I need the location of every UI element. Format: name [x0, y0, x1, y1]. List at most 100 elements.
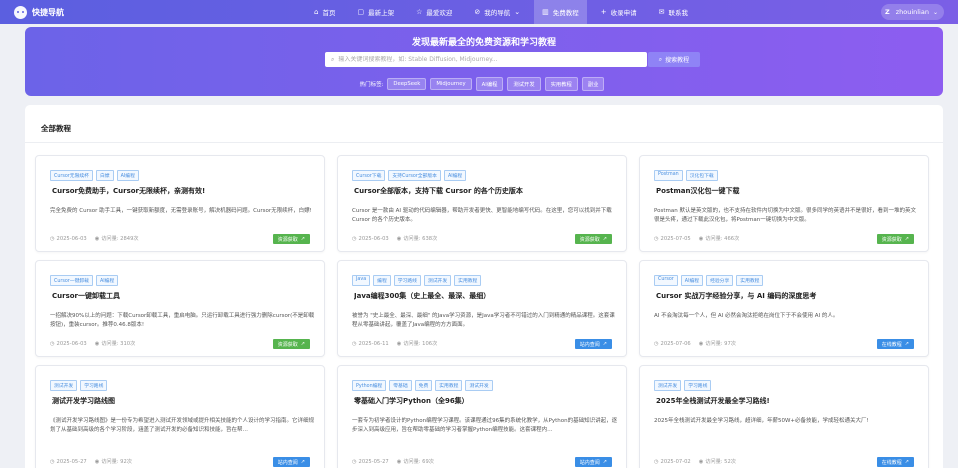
nav-item[interactable]: ✉ 联系我	[651, 0, 696, 24]
card-title[interactable]: 2025年全栈测试开发最全学习路线!	[656, 396, 921, 406]
tag-badge[interactable]: Cursor下载	[352, 170, 386, 181]
tag-badge[interactable]: 学习路线	[393, 275, 421, 286]
tutorial-card[interactable]: Cursor下载 支持Cursor全部版本 AI编程 Cursor全部版本，支持下载 …	[337, 155, 627, 252]
tag-badge[interactable]: 编程	[373, 275, 391, 286]
clock-icon: ◷	[654, 235, 659, 242]
home-icon: ⌂	[314, 8, 319, 16]
tag-badge[interactable]: 零基础	[389, 380, 412, 391]
tag-badge[interactable]: 白嫖	[95, 170, 114, 181]
nav-item[interactable]: ▥ 免费教程	[534, 0, 587, 24]
tag-badge[interactable]: 免费	[414, 380, 433, 391]
external-link-icon: ↗	[904, 236, 909, 242]
tag-badge[interactable]: 经验分享	[706, 275, 734, 286]
eye-icon: ◉	[94, 235, 100, 242]
card-title[interactable]: 零基础入门学习Python（全96集）	[354, 396, 619, 406]
nav-item[interactable]: ☆ 最爱欢迎	[408, 0, 460, 24]
search-button[interactable]: ⌕ 搜索教程	[648, 52, 700, 67]
card-title[interactable]: Postman汉化包一键下载	[656, 186, 921, 196]
hot-tag[interactable]: 测试开发	[507, 77, 541, 91]
card-title[interactable]: 测试开发学习路线图	[52, 396, 317, 406]
tag-badge[interactable]: 支持Cursor全部版本	[388, 170, 441, 181]
tag-badge[interactable]: 实用教程	[454, 275, 482, 286]
publish-date: 2025-07-05	[660, 235, 691, 242]
card-title[interactable]: Cursor免费助手，Cursor无限续杯，亲测有效!	[52, 186, 317, 196]
hot-tags: 热门标签: DeepSeek Midjourney AI编程 测试开发 实用教程 副业	[25, 77, 943, 91]
hot-tag[interactable]: Midjourney	[430, 78, 472, 90]
card-action-button[interactable]: 资源获取 ↗	[272, 234, 310, 244]
user-menu[interactable]: Z zhouinlian ⌄	[880, 4, 944, 20]
tutorial-card[interactable]: 测试开发 学习路线 测试开发学习路线图 《测试开发学习路线图》是一份专为希望进入测试开…	[35, 365, 325, 468]
tutorial-card[interactable]: Java 编程 学习路线 测试开发 实用教程 Java编程300集（史上最全、最深、最细）…	[337, 260, 627, 357]
nav-item-label: 我的导航	[484, 9, 511, 17]
clock-icon: ◷	[50, 340, 55, 347]
card-tags: Python编程 零基础 免费 实用教程 测试开发	[352, 380, 496, 391]
card-action-label: 站内查阅	[277, 459, 298, 466]
card-description: 一招解决90%以上的问题：下载Cursor卸载工具，重启电脑。只运行卸载工具进行…	[50, 313, 315, 328]
hot-tag[interactable]: 副业	[581, 77, 605, 91]
visit-count: 访问量: 466次	[705, 236, 740, 242]
tag-badge[interactable]: 测试开发	[50, 380, 78, 391]
card-action-button[interactable]: 在线教程 ↗	[876, 457, 914, 467]
tag-badge[interactable]: 实用教程	[736, 275, 764, 286]
eye-icon: ◉	[698, 340, 704, 347]
tag-badge[interactable]: 实用教程	[435, 380, 463, 391]
card-action-button[interactable]: 资源获取 ↗	[272, 339, 310, 349]
tag-badge[interactable]: Java	[352, 275, 371, 286]
tag-badge[interactable]: 测试开发	[465, 380, 493, 391]
mail-icon: ✉	[658, 8, 665, 16]
brand[interactable]: 快捷导航	[14, 5, 64, 19]
search-input[interactable]	[338, 56, 629, 63]
card-description: Postman 默认是英文版的，也不支持在软件内切换为中文版。很多同学的英语并不…	[654, 208, 916, 223]
tag-badge[interactable]: 汉化包下载	[685, 170, 718, 181]
card-title[interactable]: Cursor一键卸载工具	[52, 291, 317, 301]
tag-badge[interactable]: AI编程	[116, 170, 139, 181]
tag-badge[interactable]: 测试开发	[423, 275, 452, 286]
tutorial-card[interactable]: Cursor一键卸载 AI编程 Cursor一键卸载工具一招解决90%以上的问题：下…	[35, 260, 325, 357]
tag-badge[interactable]: AI编程	[95, 275, 119, 286]
card-action-label: 资源获取	[579, 236, 600, 243]
divider	[25, 142, 943, 143]
top-navbar: 快捷导航 ⌂ 首页 ▢ 最新上架 ☆ 最爱欢迎 ⊘ 我的导航 ⌄ ▥ 免费教程 + 收录申请 ✉ 联系我 Z…	[0, 0, 958, 24]
tutorial-card[interactable]: Cursor无限续杯 白嫖 AI编程 Cursor免费助手，Cursor无限续杯，亲测…	[35, 155, 325, 252]
hot-tag[interactable]: DeepSeek	[387, 78, 427, 90]
nav-item[interactable]: ▢ 最新上架	[349, 0, 402, 24]
tag-badge[interactable]: Cursor	[654, 275, 678, 286]
hot-tag[interactable]: 实用教程	[544, 77, 578, 91]
tag-badge[interactable]: 学习路线	[80, 380, 108, 391]
tutorial-card[interactable]: 测试开发 学习路线 2025年全栈测试开发最全学习路线! 2025年全栈测试开发最全学…	[639, 365, 929, 468]
tag-badge[interactable]: Python编程	[352, 380, 387, 391]
nav-item[interactable]: ⌂ 首页	[306, 0, 343, 24]
card-action-button[interactable]: 资源获取 ↗	[876, 234, 914, 244]
card-meta: ◷ 2025-06-03 ◉ 访问量: 2849次	[50, 235, 139, 243]
card-title[interactable]: Java编程300集（史上最全、最深、最细）	[354, 291, 619, 301]
card-action-button[interactable]: 资源获取 ↗	[574, 234, 612, 244]
card-description: Cursor 是一款由 AI 驱动的代码编辑器，帮助开发者更快、更智能地编写代码…	[352, 208, 612, 223]
eye-icon: ◉	[94, 458, 100, 465]
hot-tag[interactable]: AI编程	[475, 77, 504, 91]
nav-item[interactable]: + 收录申请	[593, 0, 645, 24]
visit-count: 访问量: 97次	[705, 341, 736, 347]
eye-icon: ◉	[396, 340, 402, 347]
visit-count: 访问量: 638次	[403, 236, 438, 242]
card-action-button[interactable]: 站内查阅 ↗	[574, 457, 612, 467]
tutorial-card[interactable]: Cursor AI编程 经验分享 实用教程 Cursor 实战万字经验分享，与 AI 编…	[639, 260, 929, 357]
card-title[interactable]: Cursor 实战万字经验分享，与 AI 编码的深度思考	[656, 291, 921, 301]
tag-badge[interactable]: Postman	[654, 170, 683, 181]
card-action-button[interactable]: 站内查阅 ↗	[272, 457, 310, 467]
tag-badge[interactable]: Cursor无限续杯	[50, 170, 93, 181]
tag-badge[interactable]: 测试开发	[654, 380, 682, 391]
tutorial-card[interactable]: Postman 汉化包下载 Postman汉化包一键下载 Postman 默认是英文版…	[639, 155, 929, 252]
external-link-icon: ↗	[904, 459, 909, 465]
clock-icon: ◷	[654, 458, 659, 465]
tag-badge[interactable]: Cursor一键卸载	[50, 275, 93, 286]
nav-item[interactable]: ⊘ 我的导航 ⌄	[466, 0, 528, 24]
tag-badge[interactable]: 学习路线	[684, 380, 712, 391]
tutorial-card[interactable]: Python编程 零基础 免费 实用教程 测试开发零基础入门学习Python（全96集）…	[337, 365, 627, 468]
card-title[interactable]: Cursor全部版本，支持下载 Cursor 的各个历史版本	[354, 186, 619, 196]
tag-badge[interactable]: AI编程	[680, 275, 704, 286]
visit-count: 访问量: 69次	[403, 459, 434, 465]
tag-badge[interactable]: AI编程	[443, 170, 467, 181]
card-action-button[interactable]: 站内查阅 ↗	[574, 339, 612, 349]
visit-count: 访问量: 2849次	[101, 236, 139, 242]
card-action-button[interactable]: 在线教程 ↗	[876, 339, 914, 349]
